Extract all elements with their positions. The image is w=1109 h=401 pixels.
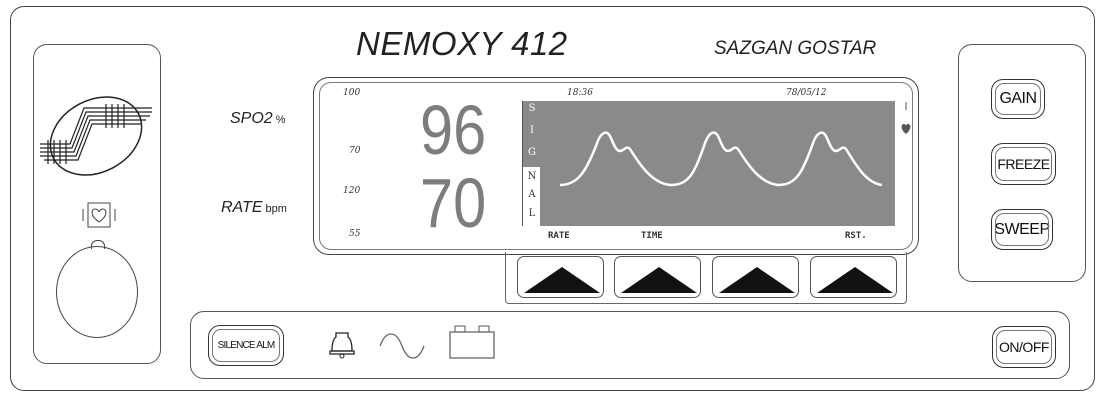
pleth-waveform — [559, 131, 883, 187]
pulse-rate-value: 70 — [420, 164, 487, 242]
soft-key-rate-button[interactable] — [517, 256, 604, 298]
gain-button-label: GAIN — [999, 90, 1037, 107]
soft-key-3-button[interactable] — [712, 256, 799, 298]
spo2-label-text: SPO2 — [230, 110, 273, 127]
rate-alarm-high: 120 — [343, 186, 361, 196]
manufacturer-name: SAZGAN GOSTAR — [714, 38, 877, 59]
silence-alarm-button[interactable]: SILENCE ALM — [208, 325, 284, 366]
spo2-value: 96 — [420, 91, 487, 169]
arrow-up-icon — [621, 267, 697, 293]
signal-letter: I — [530, 125, 534, 136]
freeze-button[interactable]: FREEZE — [991, 143, 1056, 185]
sine-wave-icon — [379, 333, 425, 359]
soft-key-label-rate: RATE — [548, 231, 570, 241]
battery-icon — [449, 325, 495, 359]
signal-letter: N — [527, 171, 537, 182]
signal-letter: A — [528, 189, 536, 200]
soft-key-time-button[interactable] — [614, 256, 701, 298]
alarm-status-icon — [901, 102, 911, 134]
spo2-alarm-high: 100 — [343, 88, 361, 98]
clock-date: 78/05/12 — [786, 88, 827, 98]
company-logo-icon — [40, 96, 152, 176]
probe-connector-socket[interactable] — [56, 246, 138, 338]
spo2-label: SPO2% — [230, 110, 285, 128]
spo2-alarm-low: 70 — [349, 146, 361, 156]
rate-alarm-low: 55 — [349, 229, 361, 239]
arrow-up-icon — [817, 267, 893, 293]
sweep-button-label: SWEEP — [994, 220, 1050, 238]
signal-letter: G — [528, 147, 536, 158]
gain-button[interactable]: GAIN — [991, 79, 1045, 119]
silence-alarm-label: SILENCE ALM — [217, 340, 276, 351]
freeze-button-label: FREEZE — [997, 156, 1050, 172]
heart-icon — [82, 202, 116, 228]
power-on-off-button[interactable]: ON/OFF — [992, 326, 1056, 368]
rate-label-text: RATE — [221, 199, 263, 216]
soft-key-label-time: TIME — [641, 231, 663, 241]
pleth-waveform-area — [540, 101, 895, 226]
spo2-unit: % — [275, 114, 286, 126]
rate-unit: bpm — [265, 203, 287, 215]
device-model-title: NEMOXY 412 — [356, 25, 568, 62]
power-button-label: ON/OFF — [999, 339, 1049, 355]
arrow-up-icon — [719, 267, 795, 293]
signal-strength-bar: S I G N A L — [522, 101, 541, 226]
bottom-control-panel — [190, 311, 1070, 379]
signal-letter: S — [528, 103, 536, 114]
sweep-button[interactable]: SWEEP — [991, 209, 1053, 250]
bell-icon — [329, 332, 355, 359]
soft-key-label-reset: RST. — [845, 231, 867, 241]
arrow-up-icon — [524, 267, 600, 293]
signal-letter: L — [528, 208, 536, 219]
rate-label: RATE bpm — [221, 199, 287, 217]
soft-key-reset-button[interactable] — [810, 256, 897, 298]
clock-time: 18:36 — [567, 88, 593, 98]
